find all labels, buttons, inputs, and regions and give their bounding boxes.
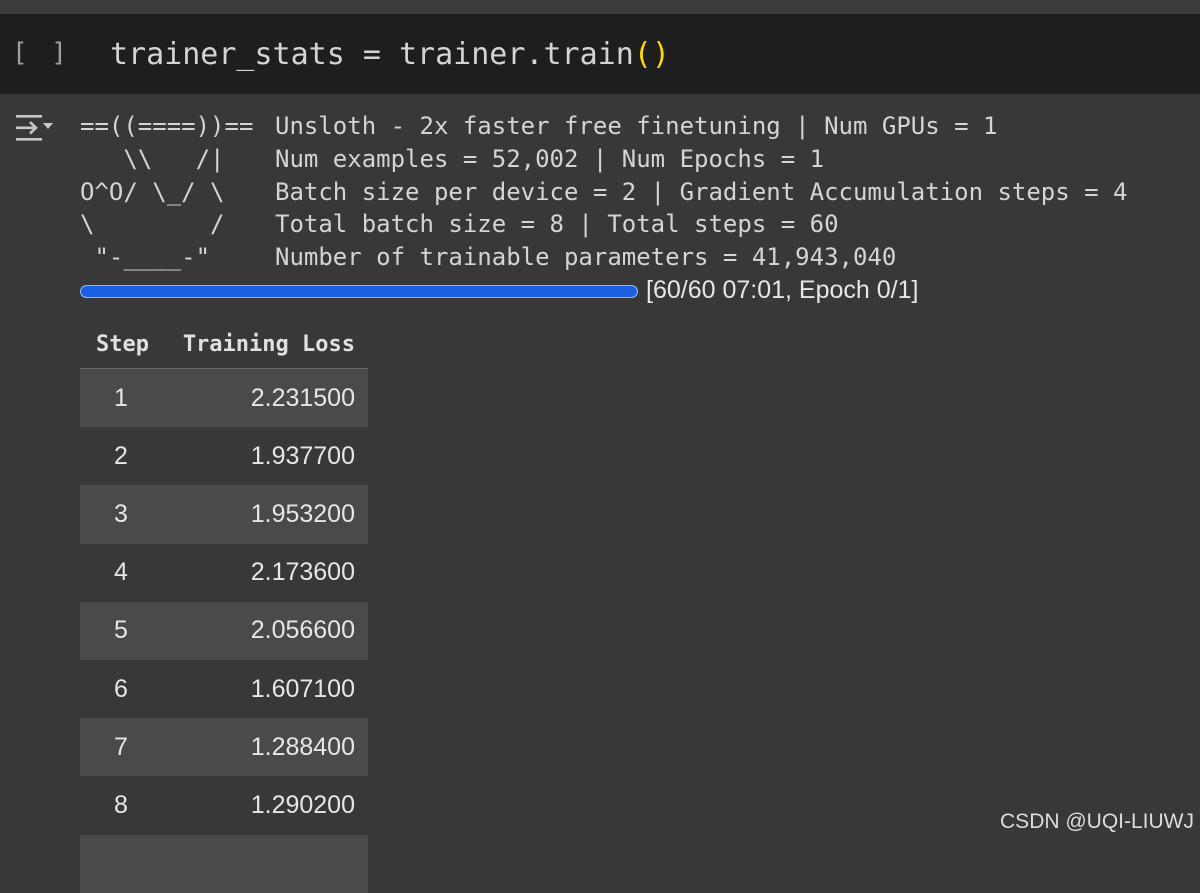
loss-cell: 1.937700 bbox=[162, 427, 368, 486]
training-loss-table: Step Training Loss 1 2.231500 2 1.937700… bbox=[80, 320, 368, 893]
step-cell: 4 bbox=[80, 543, 162, 602]
column-header-step: Step bbox=[80, 320, 162, 369]
banner-text: Num examples = 52,002 | Num Epochs = 1 bbox=[275, 144, 825, 173]
output-toggle-icon[interactable] bbox=[14, 112, 56, 144]
progress-fill bbox=[81, 286, 637, 297]
table-row: 3 1.953200 bbox=[80, 485, 368, 544]
loss-cell: 2.056600 bbox=[162, 601, 368, 660]
loss-cell: 2.231500 bbox=[162, 368, 368, 428]
table-row: 5 2.056600 bbox=[80, 601, 368, 660]
step-cell: 1 bbox=[80, 368, 162, 428]
banner-text: Batch size per device = 2 | Gradient Acc… bbox=[275, 177, 1128, 206]
loss-cell: 1.607100 bbox=[162, 659, 368, 719]
code-cell[interactable]: [ ] trainer_stats = trainer.train() bbox=[0, 14, 1200, 94]
step-cell: 6 bbox=[80, 659, 162, 719]
banner-art: ==((====))== bbox=[80, 112, 254, 140]
step-cell: 3 bbox=[80, 485, 162, 544]
watermark: CSDN @UQI-LIUWJ bbox=[1000, 810, 1194, 833]
step-cell: 7 bbox=[80, 718, 162, 777]
banner-text: Number of trainable parameters = 41,943,… bbox=[275, 243, 897, 272]
column-header-training-loss: Training Loss bbox=[162, 320, 368, 369]
code-text: trainer_stats = trainer.train bbox=[110, 37, 634, 72]
table-header-row: Step Training Loss bbox=[80, 320, 368, 369]
progress-label: [60/60 07:01, Epoch 0/1] bbox=[646, 276, 919, 304]
table-row: 1 2.231500 bbox=[80, 368, 368, 428]
loss-cell bbox=[162, 834, 368, 893]
banner-art: O^O/ \_/ \ bbox=[80, 177, 225, 206]
step-cell bbox=[80, 834, 162, 893]
banner-row: O^O/ \_/ \ Batch size per device = 2 | G… bbox=[80, 176, 1128, 209]
step-cell: 8 bbox=[80, 776, 162, 835]
table-row: 6 1.607100 bbox=[80, 659, 368, 719]
banner-text: Unsloth - 2x faster free finetuning | Nu… bbox=[275, 112, 998, 140]
table-row: 4 2.173600 bbox=[80, 543, 368, 602]
banner-art: \ / bbox=[80, 210, 225, 239]
banner-row: \ / Total batch size = 8 | Total steps =… bbox=[80, 208, 1128, 241]
banner-row: \\ /| Num examples = 52,002 | Num Epochs… bbox=[80, 143, 1128, 176]
step-cell: 2 bbox=[80, 427, 162, 486]
training-progress-bar bbox=[80, 283, 640, 299]
banner-text: Total batch size = 8 | Total steps = 60 bbox=[275, 210, 839, 239]
table-row bbox=[80, 834, 368, 893]
banner-art: \\ /| bbox=[80, 144, 225, 173]
loss-cell: 1.288400 bbox=[162, 718, 368, 777]
run-cell-button[interactable]: [ ] bbox=[12, 36, 71, 70]
code-editor[interactable]: trainer_stats = trainer.train() bbox=[110, 36, 670, 74]
loss-cell: 1.953200 bbox=[162, 485, 368, 544]
banner-row: "-____-" Number of trainable parameters … bbox=[80, 241, 1128, 274]
banner-row: ==((====))== Unsloth - 2x faster free fi… bbox=[80, 110, 1128, 143]
loss-cell: 1.290200 bbox=[162, 776, 368, 835]
table-row: 8 1.290200 bbox=[80, 776, 368, 835]
table-row: 7 1.288400 bbox=[80, 718, 368, 777]
unsloth-banner: ==((====))== Unsloth - 2x faster free fi… bbox=[80, 110, 1128, 274]
code-parens: () bbox=[633, 37, 670, 72]
top-strip bbox=[0, 0, 1200, 14]
banner-art: "-____-" bbox=[80, 243, 211, 272]
table-row: 2 1.937700 bbox=[80, 427, 368, 486]
progress-track bbox=[80, 285, 638, 298]
loss-cell: 2.173600 bbox=[162, 543, 368, 602]
step-cell: 5 bbox=[80, 601, 162, 660]
